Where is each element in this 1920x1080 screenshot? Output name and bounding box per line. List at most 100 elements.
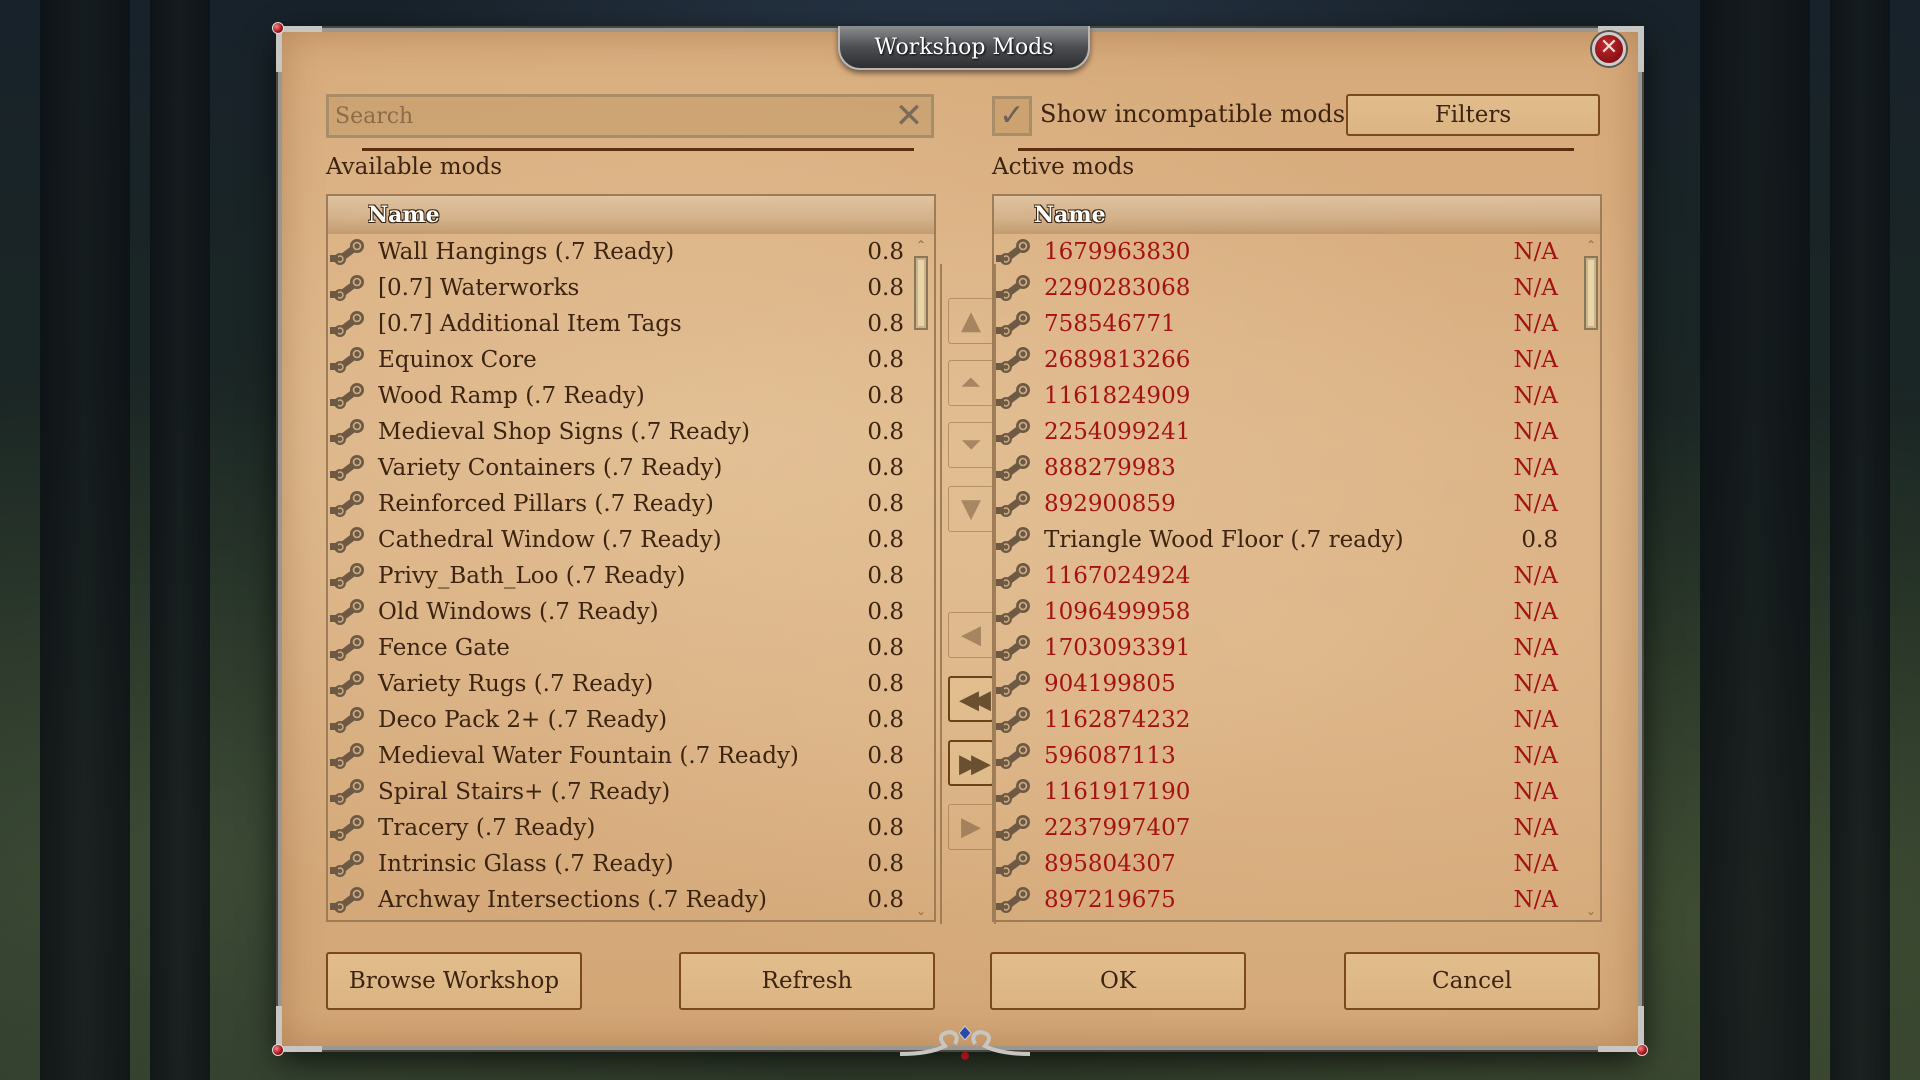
activate-mod-button[interactable]: ▶ (948, 804, 994, 850)
mod-version: 0.8 (867, 311, 904, 337)
mod-row[interactable]: Equinox Core 0.8 (328, 342, 934, 378)
mod-row[interactable]: [0.7] Waterworks 0.8 (328, 270, 934, 306)
mod-row[interactable]: Tracery (.7 Ready) 0.8 (328, 810, 934, 846)
mod-row[interactable]: 1096499958 N/A (994, 594, 1600, 630)
bottom-ornament-icon (900, 1025, 1030, 1060)
mod-name: Fence Gate (378, 635, 510, 661)
mod-row[interactable]: 1161917190 N/A (994, 774, 1600, 810)
steam-icon (996, 383, 1030, 409)
mod-version: N/A (1513, 275, 1558, 301)
arrow-icon: ▶ (961, 812, 981, 842)
mod-name: Tracery (.7 Ready) (378, 815, 596, 841)
move-down-button[interactable]: ⏷ (948, 422, 994, 468)
scroll-down-icon[interactable]: ⌄ (914, 904, 928, 918)
mod-row[interactable]: 1161824909 N/A (994, 378, 1600, 414)
mod-version: 0.8 (867, 851, 904, 877)
steam-icon (330, 239, 364, 265)
mod-row[interactable]: 895804307 N/A (994, 846, 1600, 882)
close-button[interactable]: ✕ (1592, 32, 1626, 66)
mod-row[interactable]: 897219675 N/A (994, 882, 1600, 918)
mod-row[interactable]: Reinforced Pillars (.7 Ready) 0.8 (328, 486, 934, 522)
mod-name: [0.7] Waterworks (378, 275, 580, 301)
mod-row[interactable]: Intrinsic Glass (.7 Ready) 0.8 (328, 846, 934, 882)
search-input[interactable] (329, 97, 931, 135)
mod-row[interactable]: Privy_Bath_Loo (.7 Ready) 0.8 (328, 558, 934, 594)
mod-name: [0.7] Additional Item Tags (378, 311, 682, 337)
scroll-up-icon[interactable]: ⌃ (914, 238, 928, 252)
mod-row[interactable]: Wood Ramp (.7 Ready) 0.8 (328, 378, 934, 414)
move-up-button[interactable]: ⏶ (948, 360, 994, 406)
mod-name: Old Windows (.7 Ready) (378, 599, 659, 625)
mod-row[interactable]: 904199805 N/A (994, 666, 1600, 702)
mod-row[interactable]: Triangle Wood Floor (.7 ready) 0.8 (994, 522, 1600, 558)
mod-name: Spiral Stairs+ (.7 Ready) (378, 779, 671, 805)
mod-row[interactable]: Archway Intersections (.7 Ready) 0.8 (328, 882, 934, 918)
mod-row[interactable]: Deco Pack 2+ (.7 Ready) 0.8 (328, 702, 934, 738)
mod-row[interactable]: 1703093391 N/A (994, 630, 1600, 666)
mod-row[interactable]: 2290283068 N/A (994, 270, 1600, 306)
refresh-button[interactable]: Refresh (679, 952, 935, 1010)
steam-icon (330, 383, 364, 409)
mod-row[interactable]: 1167024924 N/A (994, 558, 1600, 594)
mod-version: N/A (1513, 239, 1558, 265)
mod-name: Medieval Shop Signs (.7 Ready) (378, 419, 750, 445)
scrollbar-thumb[interactable] (1584, 256, 1598, 330)
move-to-top-button[interactable]: ▲ (948, 298, 994, 344)
browse-workshop-button[interactable]: Browse Workshop (326, 952, 582, 1010)
mod-name: 1161917190 (1044, 779, 1191, 805)
mod-version: 0.8 (867, 815, 904, 841)
mod-name: 895804307 (1044, 851, 1176, 877)
mod-row[interactable]: 2689813266 N/A (994, 342, 1600, 378)
mod-row[interactable]: Wall Hangings (.7 Ready) 0.8 (328, 234, 934, 270)
mod-version: 0.8 (867, 599, 904, 625)
mod-row[interactable]: 596087113 N/A (994, 738, 1600, 774)
cancel-button[interactable]: Cancel (1344, 952, 1600, 1010)
mod-row[interactable]: Fence Gate 0.8 (328, 630, 934, 666)
scroll-down-icon[interactable]: ⌄ (1584, 904, 1598, 918)
mod-name: Archway Intersections (.7 Ready) (378, 887, 767, 913)
mod-version: 0.8 (867, 383, 904, 409)
mod-row[interactable]: Medieval Water Fountain (.7 Ready) 0.8 (328, 738, 934, 774)
mod-row[interactable]: [0.7] Additional Item Tags 0.8 (328, 306, 934, 342)
deactivate-all-button[interactable]: ◀◀ (948, 676, 994, 722)
mod-row[interactable]: 888279983 N/A (994, 450, 1600, 486)
scroll-up-icon[interactable]: ⌃ (1584, 238, 1598, 252)
mod-row[interactable]: 1679963830 N/A (994, 234, 1600, 270)
activate-all-button[interactable]: ▶▶ (948, 740, 994, 786)
mod-version: 0.8 (867, 635, 904, 661)
mod-version: N/A (1513, 851, 1558, 877)
show-incompatible-checkbox[interactable]: ✓ (992, 96, 1032, 136)
mod-row[interactable]: Cathedral Window (.7 Ready) 0.8 (328, 522, 934, 558)
mod-row[interactable]: 2254099241 N/A (994, 414, 1600, 450)
mod-name: Intrinsic Glass (.7 Ready) (378, 851, 674, 877)
name-column-header[interactable]: Name (994, 196, 1600, 234)
mod-row[interactable]: Old Windows (.7 Ready) 0.8 (328, 594, 934, 630)
ok-button[interactable]: OK (990, 952, 1246, 1010)
mod-row[interactable]: 892900859 N/A (994, 486, 1600, 522)
mod-row[interactable]: Variety Containers (.7 Ready) 0.8 (328, 450, 934, 486)
scrollbar-thumb[interactable] (914, 256, 928, 330)
steam-icon (330, 707, 364, 733)
name-column-header[interactable]: Name (328, 196, 934, 234)
filters-button[interactable]: Filters (1346, 94, 1600, 136)
mod-version: 0.8 (867, 347, 904, 373)
deactivate-mod-button[interactable]: ◀ (948, 612, 994, 658)
mod-name: Reinforced Pillars (.7 Ready) (378, 491, 714, 517)
arrow-icon: ◀◀ (959, 685, 991, 715)
mod-row[interactable]: 1162874232 N/A (994, 702, 1600, 738)
mod-row[interactable]: 758546771 N/A (994, 306, 1600, 342)
mod-row[interactable]: Variety Rugs (.7 Ready) 0.8 (328, 666, 934, 702)
mod-version: N/A (1513, 779, 1558, 805)
show-incompatible-label[interactable]: Show incompatible mods (1040, 100, 1345, 128)
move-to-bottom-button[interactable]: ▼ (948, 486, 994, 532)
mod-version: N/A (1513, 815, 1558, 841)
mod-version: N/A (1513, 707, 1558, 733)
mod-row[interactable]: Medieval Shop Signs (.7 Ready) 0.8 (328, 414, 934, 450)
steam-icon (996, 455, 1030, 481)
steam-icon (330, 311, 364, 337)
mod-version: 0.8 (867, 707, 904, 733)
mod-row[interactable]: 2237997407 N/A (994, 810, 1600, 846)
mod-name: 1162874232 (1044, 707, 1191, 733)
mod-row[interactable]: Spiral Stairs+ (.7 Ready) 0.8 (328, 774, 934, 810)
clear-search-icon[interactable]: ✕ (893, 99, 925, 133)
